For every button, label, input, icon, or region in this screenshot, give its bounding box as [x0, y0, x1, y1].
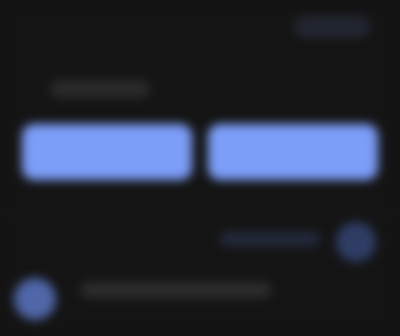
divider: [0, 212, 400, 213]
primary-action-button[interactable]: [22, 124, 192, 180]
round-icon-button[interactable]: [336, 222, 376, 262]
section-label: [50, 80, 150, 98]
action-button-row: [22, 124, 378, 180]
app-screen: [0, 0, 400, 336]
avatar[interactable]: [14, 278, 56, 320]
status-pill: [220, 232, 320, 246]
message-line: [80, 282, 272, 298]
secondary-action-button[interactable]: [208, 124, 378, 180]
header-action-pill[interactable]: [294, 16, 370, 38]
